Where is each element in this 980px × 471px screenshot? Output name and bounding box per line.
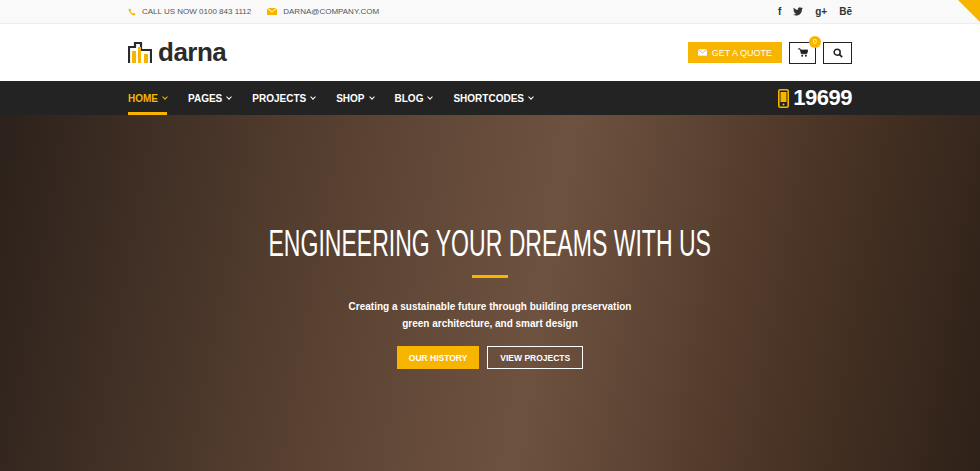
- phone-icon: [128, 8, 136, 16]
- envelope-icon: [698, 49, 707, 56]
- social-glyph[interactable]: Bē: [839, 6, 852, 17]
- nav-label[interactable]: PROJECTS: [252, 93, 306, 104]
- cart-icon: [798, 48, 808, 57]
- dropdown-caret-icon[interactable]: [226, 94, 232, 100]
- contact-info: CALL US NOW 0100 843 1112 DARNA@COMPANY.C…: [128, 7, 379, 16]
- nav-inner: HOME PAGES PROJECTS SHOP BLOG SHORTCODES 19699: [128, 81, 852, 115]
- nav-item[interactable]: HOME: [128, 81, 167, 115]
- dropdown-caret-icon[interactable]: [369, 94, 375, 100]
- corner-ribbon: [958, 0, 980, 22]
- social-glyph[interactable]: f: [778, 6, 781, 17]
- header-actions: GET A QUOTE 0: [688, 42, 852, 64]
- nav-item[interactable]: PROJECTS: [252, 81, 315, 115]
- search-icon: [833, 48, 843, 58]
- envelope-icon: [267, 8, 277, 15]
- search-button[interactable]: [823, 42, 852, 64]
- nav-label[interactable]: PAGES: [188, 93, 222, 104]
- header-inner: darna GET A QUOTE 0: [128, 24, 852, 81]
- logo-text[interactable]: darna: [158, 37, 226, 68]
- mobile-phone-icon: [778, 89, 789, 108]
- hero-title: ENGINEERING YOUR DREAMS WITH US: [269, 223, 712, 265]
- social-link[interactable]: [793, 7, 803, 16]
- active-underline: [128, 112, 167, 115]
- phone-number: CALL US NOW 0100 843 1112: [142, 7, 251, 16]
- hotline-number[interactable]: 19699: [793, 85, 852, 111]
- nav-menu: HOME PAGES PROJECTS SHOP BLOG SHORTCODES: [128, 81, 533, 115]
- nav-label[interactable]: SHORTCODES: [453, 93, 524, 104]
- top-bar-inner: CALL US NOW 0100 843 1112 DARNA@COMPANY.C…: [128, 0, 852, 23]
- nav-label[interactable]: BLOG: [395, 93, 424, 104]
- nav-item[interactable]: PAGES: [188, 81, 231, 115]
- nav-item[interactable]: SHORTCODES: [453, 81, 533, 115]
- title-divider: [472, 275, 508, 278]
- nav-item[interactable]: BLOG: [395, 81, 433, 115]
- quote-label[interactable]: GET A QUOTE: [712, 48, 772, 58]
- cart-button[interactable]: 0: [789, 42, 816, 64]
- social-link[interactable]: Bē: [839, 6, 852, 17]
- header: darna GET A QUOTE 0: [0, 24, 980, 81]
- social-link[interactable]: f: [778, 6, 781, 17]
- hero-banner: ENGINEERING YOUR DREAMS WITH US Creating …: [0, 115, 980, 471]
- social-links: f g+ Bē: [778, 6, 852, 17]
- main-nav: HOME PAGES PROJECTS SHOP BLOG SHORTCODES 19699: [0, 81, 980, 115]
- email-contact[interactable]: DARNA@COMPANY.COM: [267, 7, 379, 16]
- logo[interactable]: darna: [128, 37, 226, 68]
- nav-label[interactable]: HOME: [128, 93, 158, 104]
- quote-button[interactable]: GET A QUOTE: [688, 42, 782, 63]
- social-glyph[interactable]: g+: [815, 6, 827, 17]
- top-bar: CALL US NOW 0100 843 1112 DARNA@COMPANY.C…: [0, 0, 980, 24]
- logo-icon: [128, 42, 152, 64]
- hero-subtitle: Creating a sustainable future through bu…: [349, 298, 632, 332]
- hero-button[interactable]: VIEW PROJECTS: [487, 346, 583, 369]
- twitter-icon: [793, 7, 803, 16]
- dropdown-caret-icon[interactable]: [162, 94, 168, 100]
- phone-contact: CALL US NOW 0100 843 1112: [128, 7, 251, 16]
- dropdown-caret-icon[interactable]: [310, 94, 316, 100]
- subtitle-line: Creating a sustainable future through bu…: [349, 298, 632, 315]
- dropdown-caret-icon[interactable]: [428, 94, 434, 100]
- dropdown-caret-icon[interactable]: [528, 94, 534, 100]
- subtitle-line: green architecture, and smart design: [349, 315, 632, 332]
- social-link[interactable]: g+: [815, 6, 827, 17]
- hero-button[interactable]: OUR HISTORY: [397, 346, 480, 369]
- email-address[interactable]: DARNA@COMPANY.COM: [283, 7, 379, 16]
- nav-item[interactable]: SHOP: [336, 81, 373, 115]
- nav-label[interactable]: SHOP: [336, 93, 364, 104]
- cart-count: 0: [809, 36, 821, 48]
- hero-buttons: OUR HISTORY VIEW PROJECTS: [397, 346, 583, 369]
- hotline[interactable]: 19699: [778, 81, 852, 115]
